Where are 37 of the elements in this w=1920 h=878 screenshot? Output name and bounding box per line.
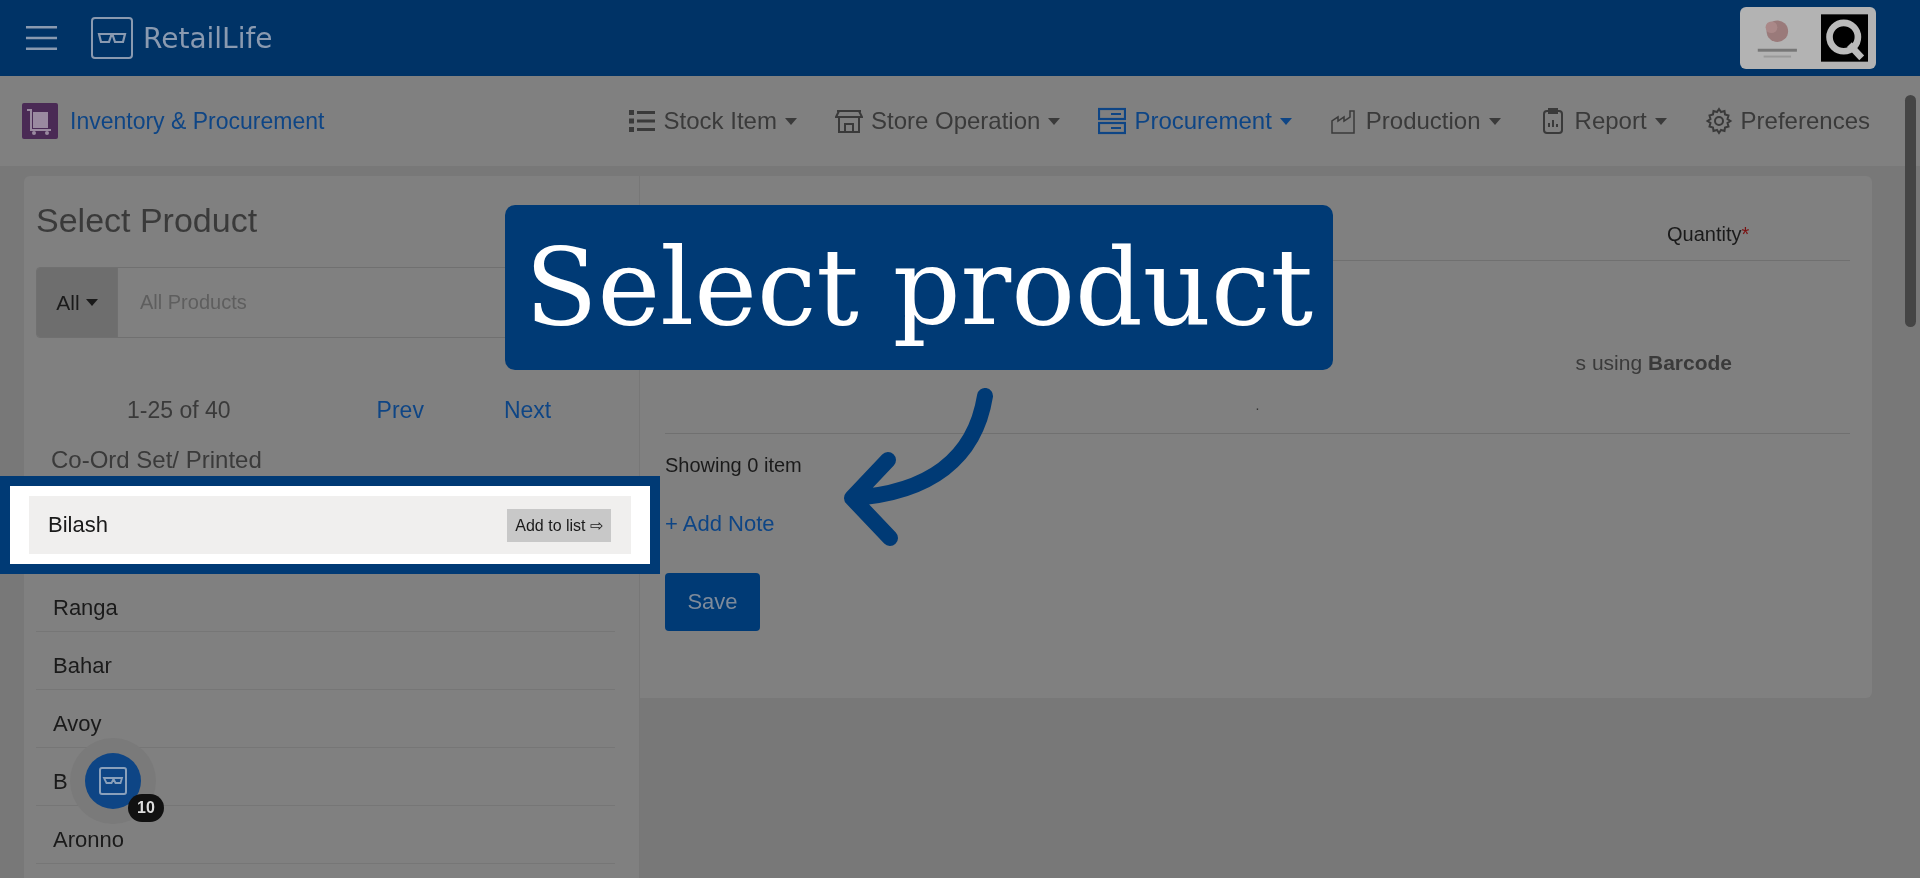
next-link[interactable]: Next (503, 396, 552, 424)
store-icon (834, 107, 863, 135)
q-logo-icon (1820, 13, 1868, 63)
app-name: RetailLife (143, 21, 273, 55)
nav-menu-item[interactable]: Procurement (1098, 107, 1292, 135)
cart-icon (22, 103, 58, 139)
category-heading: Co-Ord Set/ Printed (51, 445, 263, 475)
item-count: Showing 0 item (665, 454, 802, 477)
barcode-hint: s using Barcode (1574, 351, 1733, 375)
product-name: Bilash (48, 512, 108, 538)
nav-menu-item[interactable]: Report (1538, 107, 1667, 135)
nav-menu-item[interactable]: Preferences (1704, 107, 1870, 135)
product-row[interactable]: Bahar (36, 632, 615, 690)
add-to-list-button[interactable]: Add to list ⇨ (507, 508, 611, 542)
menu-icon[interactable] (25, 25, 58, 51)
callout-label: Select product (505, 205, 1334, 370)
dot-text: . (1255, 397, 1260, 413)
nav-menu-item[interactable]: Store Operation (834, 107, 1061, 135)
filter-dropdown[interactable]: All (37, 268, 118, 337)
module-title[interactable]: Inventory & Procurement (70, 107, 325, 135)
factory-icon (1329, 107, 1358, 135)
save-button[interactable]: Save (665, 573, 760, 631)
scrollbar[interactable] (1905, 95, 1916, 327)
caret-icon (85, 299, 98, 306)
panel-title: Select Product (36, 200, 259, 241)
product-row[interactable]: Ranga (36, 574, 615, 632)
settings-icon (1704, 107, 1733, 135)
prev-link[interactable]: Prev (376, 396, 424, 424)
column-header: Quantity* (1667, 223, 1750, 246)
nav-menu-item[interactable]: Stock Item (627, 107, 797, 135)
list-icon (627, 107, 656, 135)
glasses-logo-icon (91, 17, 133, 59)
stacked-boxes-icon (1098, 107, 1127, 135)
product-row[interactable]: Bilash Add to list ⇨ (29, 496, 631, 554)
nav-menu-item[interactable]: Production (1329, 107, 1501, 135)
add-note-link[interactable]: + Add Note (665, 511, 775, 537)
page-range: 1-25 of 40 (127, 396, 231, 424)
